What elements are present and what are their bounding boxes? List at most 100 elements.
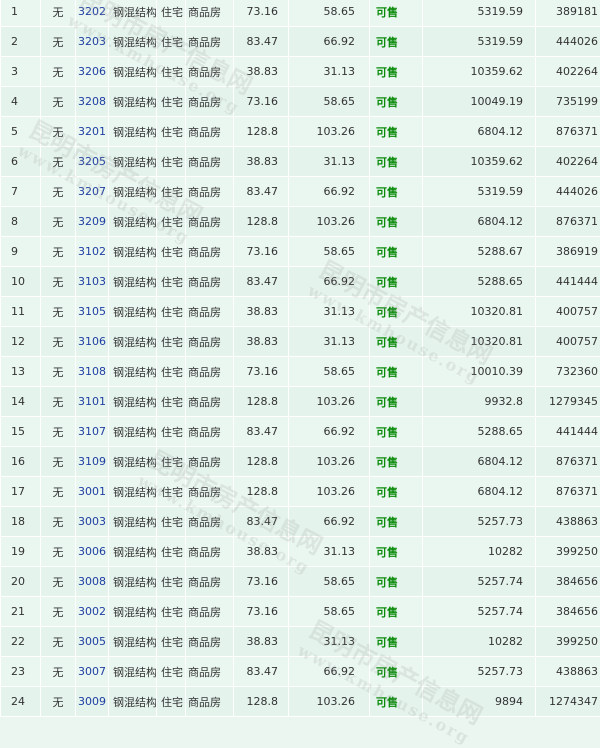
table-row: 20无3008钢混结构住宅商品房73.1658.65可售5257.7438465… [1, 567, 600, 597]
unit-price: 10049.19 [423, 87, 536, 117]
row-index: 21 [1, 597, 41, 627]
room-number-link[interactable]: 3002 [78, 605, 106, 618]
inner-area: 66.92 [289, 507, 370, 537]
room-cell: 3107 [76, 417, 109, 447]
room-number-link[interactable]: 3108 [78, 365, 106, 378]
total-price: 402264 [536, 57, 600, 87]
attachment-flag: 无 [41, 57, 76, 87]
floor-area: 83.47 [234, 177, 289, 207]
room-number-link[interactable]: 3203 [78, 35, 106, 48]
inner-area: 31.13 [289, 627, 370, 657]
structure-type: 钢混结构 [109, 57, 157, 87]
property-type: 商品房 [186, 567, 234, 597]
floor-area: 83.47 [234, 267, 289, 297]
unit-price: 6804.12 [423, 477, 536, 507]
row-index: 10 [1, 267, 41, 297]
attachment-flag: 无 [41, 687, 76, 717]
structure-type: 钢混结构 [109, 177, 157, 207]
room-number-link[interactable]: 3009 [78, 695, 106, 708]
usage-type: 住宅 [157, 477, 186, 507]
property-type: 商品房 [186, 687, 234, 717]
usage-type: 住宅 [157, 537, 186, 567]
attachment-flag: 无 [41, 267, 76, 297]
row-index: 3 [1, 57, 41, 87]
total-price: 441444 [536, 417, 600, 447]
room-number-link[interactable]: 3006 [78, 545, 106, 558]
attachment-flag: 无 [41, 237, 76, 267]
usage-type: 住宅 [157, 417, 186, 447]
room-number-link[interactable]: 3007 [78, 665, 106, 678]
structure-type: 钢混结构 [109, 387, 157, 417]
room-number-link[interactable]: 3103 [78, 275, 106, 288]
room-cell: 3105 [76, 297, 109, 327]
usage-type: 住宅 [157, 147, 186, 177]
floor-area: 38.83 [234, 537, 289, 567]
property-type: 商品房 [186, 27, 234, 57]
room-number-link[interactable]: 3005 [78, 635, 106, 648]
total-price: 876371 [536, 117, 600, 147]
row-index: 24 [1, 687, 41, 717]
property-type: 商品房 [186, 537, 234, 567]
room-number-link[interactable]: 3106 [78, 335, 106, 348]
sale-status: 可售 [370, 567, 423, 597]
sale-status: 可售 [370, 507, 423, 537]
property-type: 商品房 [186, 267, 234, 297]
room-number-link[interactable]: 3003 [78, 515, 106, 528]
total-price: 386919 [536, 237, 600, 267]
floor-area: 38.83 [234, 627, 289, 657]
total-price: 444026 [536, 27, 600, 57]
room-number-link[interactable]: 3202 [78, 5, 106, 18]
unit-price: 5288.65 [423, 267, 536, 297]
room-number-link[interactable]: 3107 [78, 425, 106, 438]
attachment-flag: 无 [41, 147, 76, 177]
property-type: 商品房 [186, 327, 234, 357]
inner-area: 66.92 [289, 657, 370, 687]
unit-price: 5288.67 [423, 237, 536, 267]
room-number-link[interactable]: 3209 [78, 215, 106, 228]
room-number-link[interactable]: 3208 [78, 95, 106, 108]
row-index: 9 [1, 237, 41, 267]
room-cell: 3108 [76, 357, 109, 387]
usage-type: 住宅 [157, 0, 186, 27]
unit-price: 10320.81 [423, 327, 536, 357]
room-number-link[interactable]: 3206 [78, 65, 106, 78]
room-cell: 3205 [76, 147, 109, 177]
total-price: 400757 [536, 297, 600, 327]
room-cell: 3207 [76, 177, 109, 207]
floor-area: 73.16 [234, 0, 289, 27]
floor-area: 73.16 [234, 597, 289, 627]
usage-type: 住宅 [157, 447, 186, 477]
table-row: 15无3107钢混结构住宅商品房83.4766.92可售5288.6544144… [1, 417, 600, 447]
room-number-link[interactable]: 3008 [78, 575, 106, 588]
sale-status: 可售 [370, 207, 423, 237]
total-price: 402264 [536, 147, 600, 177]
structure-type: 钢混结构 [109, 117, 157, 147]
attachment-flag: 无 [41, 537, 76, 567]
row-index: 15 [1, 417, 41, 447]
room-number-link[interactable]: 3205 [78, 155, 106, 168]
structure-type: 钢混结构 [109, 507, 157, 537]
unit-price: 6804.12 [423, 117, 536, 147]
room-number-link[interactable]: 3105 [78, 305, 106, 318]
room-number-link[interactable]: 3101 [78, 395, 106, 408]
room-number-link[interactable]: 3201 [78, 125, 106, 138]
room-number-link[interactable]: 3109 [78, 455, 106, 468]
total-price: 438863 [536, 507, 600, 537]
attachment-flag: 无 [41, 207, 76, 237]
floor-area: 128.8 [234, 477, 289, 507]
property-type: 商品房 [186, 237, 234, 267]
floor-area: 128.8 [234, 447, 289, 477]
sale-status: 可售 [370, 117, 423, 147]
room-number-link[interactable]: 3102 [78, 245, 106, 258]
property-type: 商品房 [186, 657, 234, 687]
floor-area: 38.83 [234, 57, 289, 87]
attachment-flag: 无 [41, 597, 76, 627]
table-row: 18无3003钢混结构住宅商品房83.4766.92可售5257.7343886… [1, 507, 600, 537]
room-cell: 3206 [76, 57, 109, 87]
usage-type: 住宅 [157, 387, 186, 417]
property-type: 商品房 [186, 507, 234, 537]
total-price: 1274347 [536, 687, 600, 717]
room-number-link[interactable]: 3001 [78, 485, 106, 498]
room-number-link[interactable]: 3207 [78, 185, 106, 198]
floor-area: 128.8 [234, 387, 289, 417]
